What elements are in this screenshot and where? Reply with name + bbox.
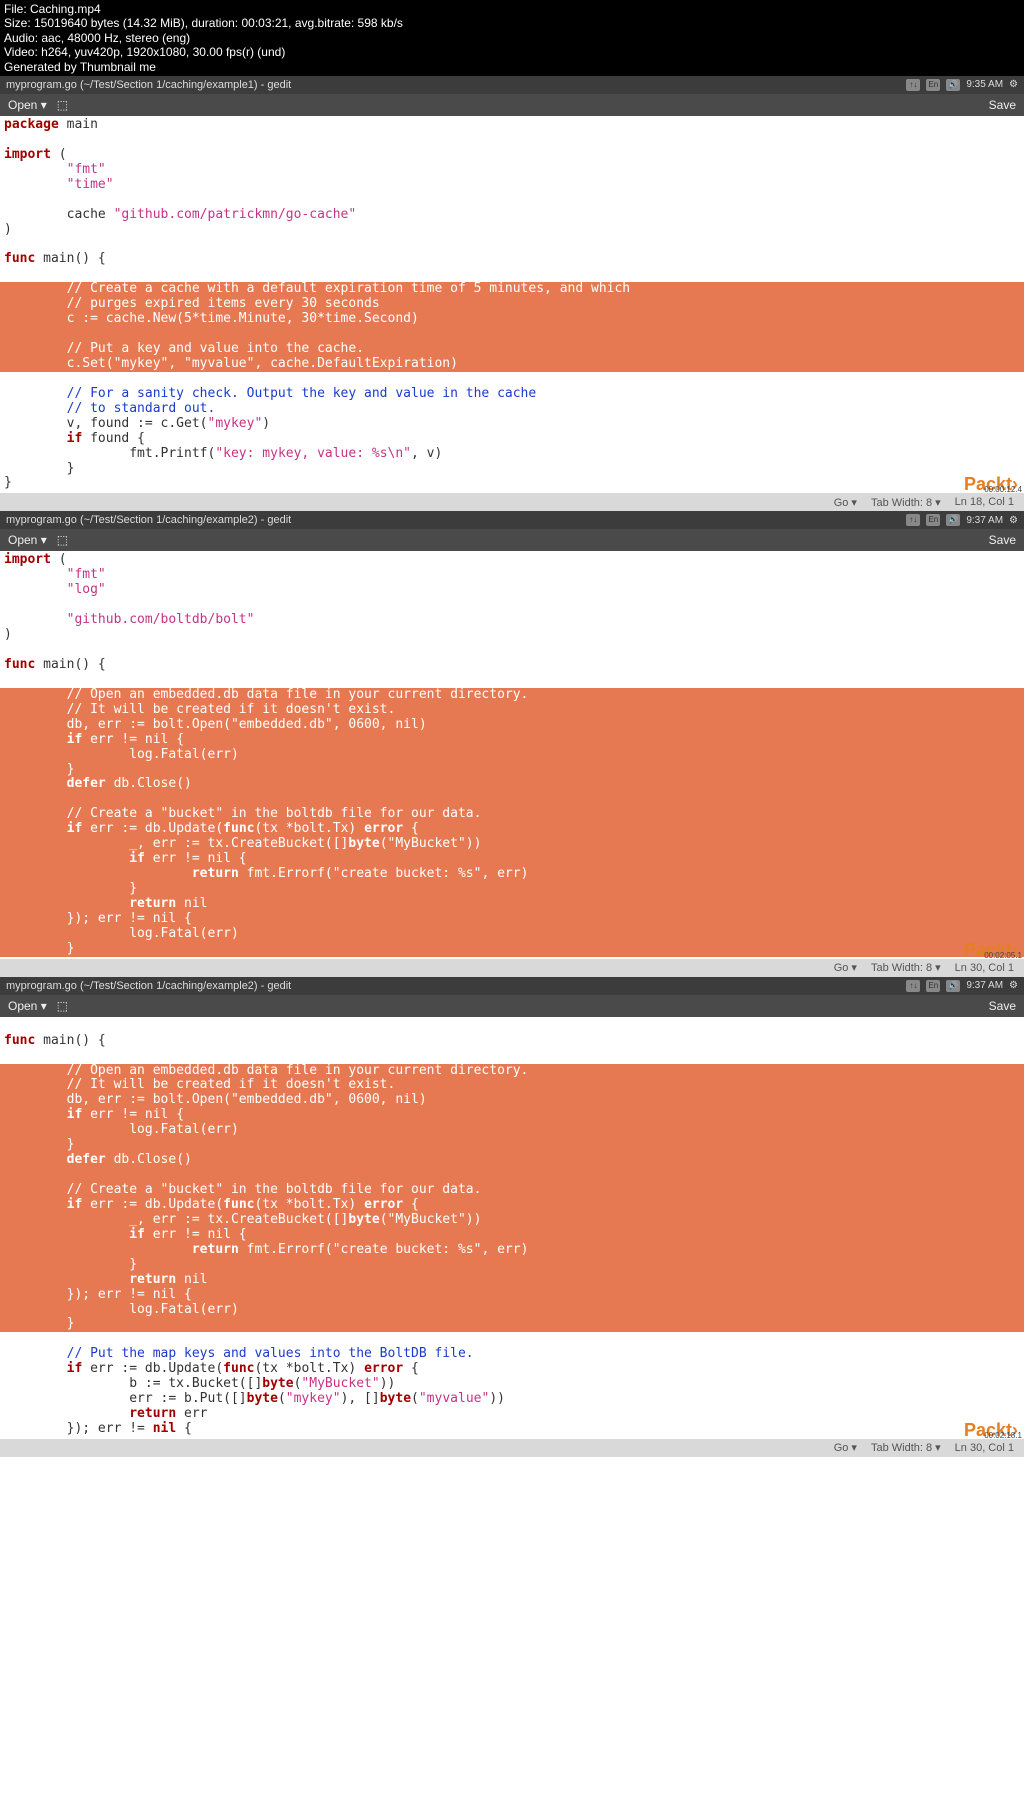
network-icon[interactable]: ↑↓ — [906, 514, 920, 526]
meta-file: File: Caching.mp4 — [4, 2, 1020, 16]
editor-statusbar: Go ▾ Tab Width: 8 ▾ Ln 30, Col 1 — [0, 959, 1024, 977]
cursor-position: Ln 30, Col 1 — [955, 962, 1014, 974]
window-titlebar: myprogram.go (~/Test/Section 1/caching/e… — [0, 76, 1024, 94]
new-tab-icon[interactable]: ⬚ — [57, 533, 68, 547]
volume-icon[interactable]: 🔊 — [946, 79, 960, 91]
clock: 9:37 AM — [966, 980, 1003, 991]
volume-icon[interactable]: 🔊 — [946, 980, 960, 992]
highlighted-block: // Create a cache with a default expirat… — [0, 282, 1024, 372]
screenshot-1: myprogram.go (~/Test/Section 1/caching/e… — [0, 76, 1024, 511]
screenshot-2: myprogram.go (~/Test/Section 1/caching/e… — [0, 511, 1024, 976]
editor-toolbar: Open ▾ ⬚ Save — [0, 94, 1024, 116]
network-icon[interactable]: ↑↓ — [906, 79, 920, 91]
tab-width[interactable]: Tab Width: 8 ▾ — [871, 1441, 941, 1454]
settings-icon[interactable]: ⚙ — [1009, 980, 1018, 991]
window-title: myprogram.go (~/Test/Section 1/caching/e… — [6, 980, 291, 992]
new-tab-icon[interactable]: ⬚ — [57, 999, 68, 1013]
tab-width[interactable]: Tab Width: 8 ▾ — [871, 961, 941, 974]
cursor-position: Ln 18, Col 1 — [955, 496, 1014, 508]
editor-statusbar: Go ▾ Tab Width: 8 ▾ Ln 30, Col 1 — [0, 1439, 1024, 1457]
highlighted-block: // Open an embedded.db data file in your… — [0, 1064, 1024, 1333]
save-button[interactable]: Save — [989, 533, 1016, 547]
open-button[interactable]: Open ▾ — [8, 999, 47, 1013]
language-indicator[interactable]: En — [926, 980, 940, 992]
meta-video: Video: h264, yuv420p, 1920x1080, 30.00 f… — [4, 45, 1020, 59]
open-button[interactable]: Open ▾ — [8, 533, 47, 547]
volume-icon[interactable]: 🔊 — [946, 514, 960, 526]
meta-generated: Generated by Thumbnail me — [4, 60, 1020, 74]
editor-statusbar: Go ▾ Tab Width: 8 ▾ Ln 18, Col 1 — [0, 493, 1024, 511]
save-button[interactable]: Save — [989, 999, 1016, 1013]
new-tab-icon[interactable]: ⬚ — [57, 98, 68, 112]
code-editor[interactable]: import ( "fmt" "log" "github.com/boltdb/… — [0, 551, 1024, 958]
language-mode[interactable]: Go ▾ — [834, 1441, 857, 1454]
save-button[interactable]: Save — [989, 98, 1016, 112]
screenshot-3: myprogram.go (~/Test/Section 1/caching/e… — [0, 977, 1024, 1457]
language-indicator[interactable]: En — [926, 79, 940, 91]
cursor-position: Ln 30, Col 1 — [955, 1442, 1014, 1454]
meta-size: Size: 15019640 bytes (14.32 MiB), durati… — [4, 16, 1020, 30]
window-title: myprogram.go (~/Test/Section 1/caching/e… — [6, 79, 291, 91]
code-editor[interactable]: func main() { // Open an embedded.db dat… — [0, 1017, 1024, 1439]
video-metadata: File: Caching.mp4 Size: 15019640 bytes (… — [0, 0, 1024, 76]
window-titlebar: myprogram.go (~/Test/Section 1/caching/e… — [0, 511, 1024, 529]
editor-toolbar: Open ▾ ⬚ Save — [0, 995, 1024, 1017]
highlighted-block: // Open an embedded.db data file in your… — [0, 688, 1024, 957]
editor-toolbar: Open ▾ ⬚ Save — [0, 529, 1024, 551]
clock: 9:37 AM — [966, 515, 1003, 526]
language-indicator[interactable]: En — [926, 514, 940, 526]
language-mode[interactable]: Go ▾ — [834, 496, 857, 509]
language-mode[interactable]: Go ▾ — [834, 961, 857, 974]
meta-audio: Audio: aac, 48000 Hz, stereo (eng) — [4, 31, 1020, 45]
open-button[interactable]: Open ▾ — [8, 98, 47, 112]
window-titlebar: myprogram.go (~/Test/Section 1/caching/e… — [0, 977, 1024, 995]
code-editor[interactable]: package main import ( "fmt" "time" cache… — [0, 116, 1024, 493]
clock: 9:35 AM — [966, 79, 1003, 90]
settings-icon[interactable]: ⚙ — [1009, 79, 1018, 90]
network-icon[interactable]: ↑↓ — [906, 980, 920, 992]
settings-icon[interactable]: ⚙ — [1009, 515, 1018, 526]
tab-width[interactable]: Tab Width: 8 ▾ — [871, 496, 941, 509]
window-title: myprogram.go (~/Test/Section 1/caching/e… — [6, 514, 291, 526]
